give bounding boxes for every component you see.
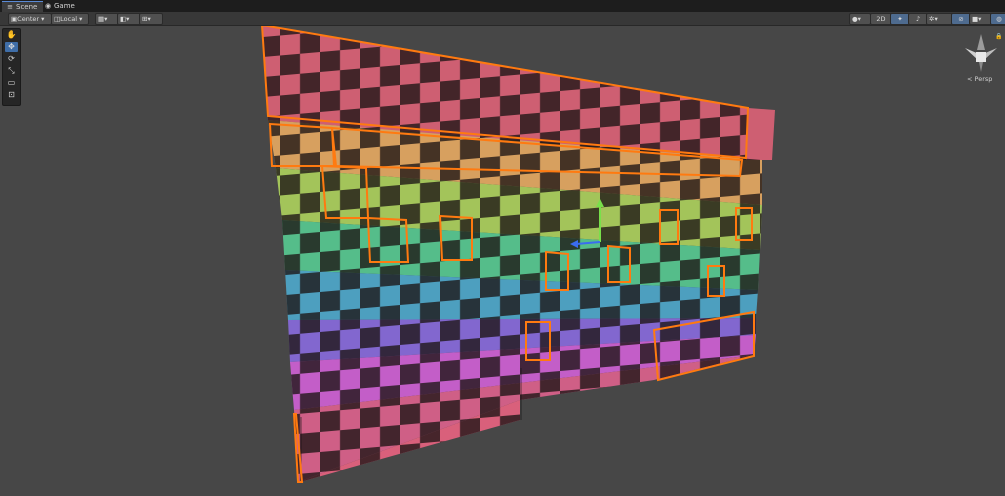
projection-label[interactable]: < Persp [967, 75, 992, 83]
grid-snap-dropdown[interactable]: ▦▾ [95, 13, 119, 25]
grid-icon: ▦▾ [98, 15, 108, 23]
gizmo-center-cube[interactable] [976, 52, 986, 62]
projection-mode-text: Persp [974, 75, 993, 83]
move-tool-icon: ✥ [8, 42, 15, 51]
pivot-mode-label: Center [17, 15, 40, 23]
align-dropdown[interactable]: ⊞▾ [139, 13, 163, 25]
tools-overlay-panel: ✋ ✥ ⟳ ⤡ ▭ ⊡ [2, 28, 21, 106]
audio-toggle-button[interactable]: ♪ [908, 13, 928, 25]
shading-mode-dropdown[interactable]: ●▾ [849, 13, 871, 25]
transform-tool-button[interactable]: ⊡ [5, 90, 18, 100]
rotate-tool-icon: ⟳ [8, 54, 15, 63]
chevron-down-icon: ▾ [77, 15, 83, 23]
lock-icon[interactable]: 🔒 [995, 33, 1002, 40]
snap-icon: ◧▾ [120, 15, 130, 23]
mesh-strip-end-cap[interactable] [746, 108, 775, 160]
effects-dropdown[interactable]: ✲▾ [926, 13, 954, 25]
chevron-down-icon: ▾ [39, 15, 45, 23]
rect-tool-button[interactable]: ▭ [5, 78, 18, 88]
gizmo-y-cone[interactable] [977, 34, 985, 50]
gizmos-dropdown[interactable]: ◍ [990, 13, 1005, 25]
gizmo-down-cone[interactable] [979, 62, 983, 72]
lighting-toggle-button[interactable]: ✦ [890, 13, 910, 25]
hand-tool-icon: ✋ [6, 30, 17, 39]
rotate-tool-button[interactable]: ⟳ [5, 54, 18, 64]
pivot-mode-dropdown[interactable]: ▣Center ▾ [8, 13, 52, 25]
scene-toolbar: ▣Center ▾ ◫Local ▾ ▦▾ ◧▾ ⊞▾ ●▾ 2D ✦ ♪ ✲▾… [0, 12, 1005, 26]
toggle-2d-button[interactable]: 2D [870, 13, 892, 25]
eye-slash-icon: ⊘ [958, 15, 964, 23]
space-mode-dropdown[interactable]: ◫Local ▾ [51, 13, 89, 25]
globe-icon: ◍ [996, 15, 1002, 23]
tab-game[interactable]: ◉ Game [40, 1, 81, 12]
window-tab-bar: ≡ Scene ◉ Game [0, 0, 1005, 13]
effects-icon: ✲▾ [929, 15, 938, 23]
space-mode-label: Local [60, 15, 78, 23]
back-arrow-icon: < [967, 75, 975, 83]
audio-icon: ♪ [915, 15, 921, 23]
rect-tool-icon: ▭ [7, 78, 16, 87]
tab-game-label: Game [54, 2, 75, 10]
scene-viewport[interactable] [0, 26, 1005, 496]
camera-icon: ■▾ [972, 15, 982, 23]
scale-tool-icon: ⤡ [8, 66, 15, 75]
mesh-checker-overlay [262, 26, 762, 482]
game-icon: ◉ [44, 2, 52, 10]
align-icon: ⊞▾ [142, 15, 151, 23]
scale-tool-button[interactable]: ⤡ [5, 66, 18, 76]
shading-sphere-icon: ●▾ [852, 15, 861, 23]
snap-increment-dropdown[interactable]: ◧▾ [117, 13, 141, 25]
toggle-2d-label: 2D [876, 15, 886, 23]
lightbulb-icon: ✦ [897, 15, 903, 23]
tab-scene-label: Scene [16, 3, 38, 11]
scene-visibility-toggle[interactable]: ⊘ [951, 13, 971, 25]
hand-tool-button[interactable]: ✋ [5, 30, 18, 40]
move-tool-button[interactable]: ✥ [5, 42, 18, 52]
transform-tool-icon: ⊡ [8, 90, 15, 99]
